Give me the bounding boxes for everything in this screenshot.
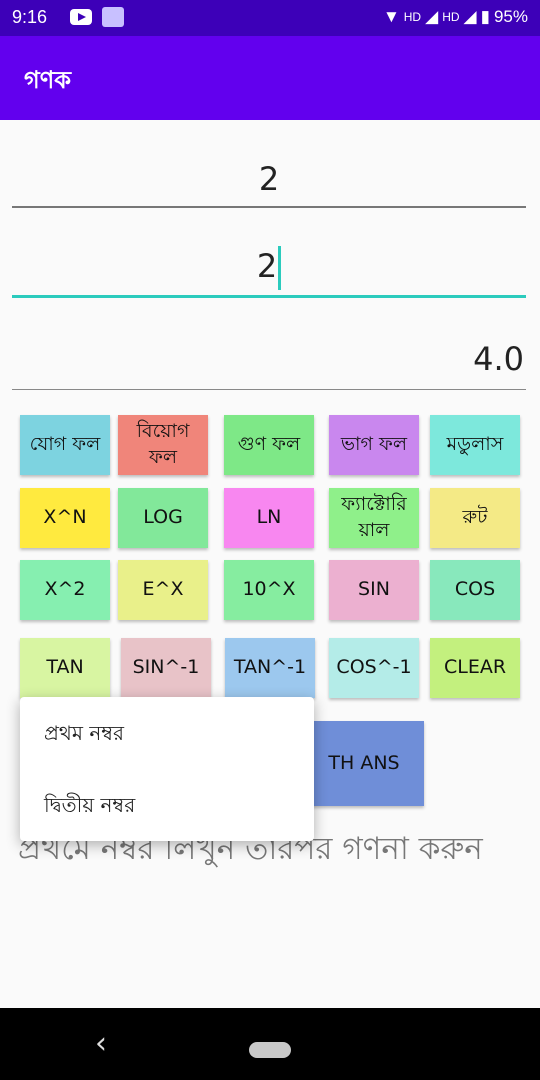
subtract-label-line2: ফল	[148, 446, 178, 468]
square-button[interactable]: X^2	[20, 560, 110, 620]
notification-app-icon	[102, 7, 124, 27]
multiply-button[interactable]: গুণ ফল	[224, 415, 314, 475]
battery-icon: ▮	[480, 7, 490, 26]
modulus-button[interactable]: মডুলাস	[430, 415, 520, 475]
result-display: 4.0	[12, 340, 526, 390]
text-cursor	[278, 246, 282, 290]
battery-level: 95%	[493, 7, 528, 26]
result-value: 4.0	[473, 340, 524, 378]
exp-button[interactable]: E^X	[118, 560, 208, 620]
home-pill-icon[interactable]	[249, 1042, 291, 1058]
arcsin-button[interactable]: SIN^-1	[121, 638, 211, 698]
menu-item-second-number[interactable]: দ্বিতীয় নম্বর	[44, 791, 135, 824]
second-number-input[interactable]: 2	[12, 246, 526, 298]
signal-icon: ◢	[425, 7, 439, 26]
root-button[interactable]: রুট	[430, 488, 520, 548]
clear-button[interactable]: CLEAR	[430, 638, 520, 698]
add-button[interactable]: যোগ ফল	[20, 415, 110, 475]
factorial-button[interactable]: ফ্যাক্টোরি য়াল	[329, 488, 419, 548]
status-indicators: ▼ HD ◢ HD ◢ ▮ 95%	[383, 7, 528, 27]
factorial-label-line2: য়াল	[358, 519, 390, 541]
back-icon[interactable]: ‹	[95, 1026, 107, 1061]
menu-item-first-number[interactable]: প্রথম নম্বর	[44, 719, 124, 752]
arctan-button[interactable]: TAN^-1	[225, 638, 315, 698]
number-select-menu: প্রথম নম্বর দ্বিতীয় নম্বর	[20, 697, 314, 841]
subtract-button[interactable]: বিয়োগ ফল	[118, 415, 208, 475]
subtract-label-line1: বিয়োগ	[136, 420, 190, 443]
factorial-label-line1: ফ্যাক্টোরি	[341, 493, 407, 516]
app-bar: গণক	[0, 36, 540, 120]
tan-button[interactable]: TAN	[20, 638, 110, 698]
navigation-bar: ‹	[0, 1008, 540, 1080]
sin-button[interactable]: SIN	[329, 560, 419, 620]
arccos-button[interactable]: COS^-1	[329, 638, 419, 698]
signal-icon-2: ◢	[463, 7, 477, 26]
hd-label: HD	[403, 10, 422, 24]
status-time: 9:16	[12, 7, 48, 27]
power-n-button[interactable]: X^N	[20, 488, 110, 548]
ln-button[interactable]: LN	[224, 488, 314, 548]
wifi-icon: ▼	[382, 7, 400, 26]
second-number-value: 2	[256, 247, 278, 285]
status-bar: 9:16 ▼ HD ◢ HD ◢ ▮ 95%	[0, 0, 540, 36]
app-title: গণক	[24, 66, 72, 94]
hd-label-2: HD	[442, 10, 460, 24]
ten-power-button[interactable]: 10^X	[224, 560, 314, 620]
cos-button[interactable]: COS	[430, 560, 520, 620]
first-number-value: 2	[258, 160, 280, 198]
youtube-icon	[70, 9, 92, 25]
divide-button[interactable]: ভাগ ফল	[329, 415, 419, 475]
first-number-input[interactable]: 2	[12, 160, 526, 208]
log-button[interactable]: LOG	[118, 488, 208, 548]
